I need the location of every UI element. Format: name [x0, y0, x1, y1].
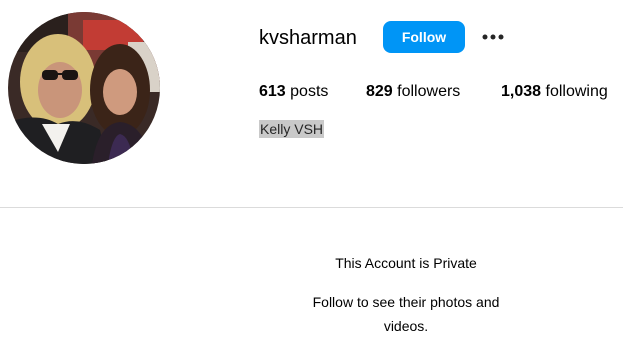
profile-full-name: Kelly VSH: [259, 120, 325, 138]
section-divider: [0, 207, 623, 208]
profile-photo: [8, 12, 160, 164]
more-options-button[interactable]: [478, 24, 508, 50]
followers-count: 829: [366, 83, 393, 100]
following-label: following: [545, 83, 608, 100]
followers-label: followers: [397, 83, 461, 100]
private-account-title: This Account is Private: [335, 255, 477, 271]
posts-label: posts: [290, 83, 329, 100]
posts-count: 613: [259, 83, 286, 100]
followers-stat[interactable]: 829 followers: [366, 82, 460, 102]
more-options-icon: [482, 34, 504, 40]
private-account-subtitle: Follow to see their photos and videos.: [312, 294, 500, 334]
following-count: 1,038: [501, 83, 542, 100]
avatar[interactable]: [8, 12, 160, 164]
following-stat[interactable]: 1,038 following: [501, 82, 608, 102]
follow-button[interactable]: Follow: [383, 21, 465, 53]
posts-stat: 613 posts: [259, 82, 328, 102]
profile-username: kvsharman: [259, 27, 357, 49]
